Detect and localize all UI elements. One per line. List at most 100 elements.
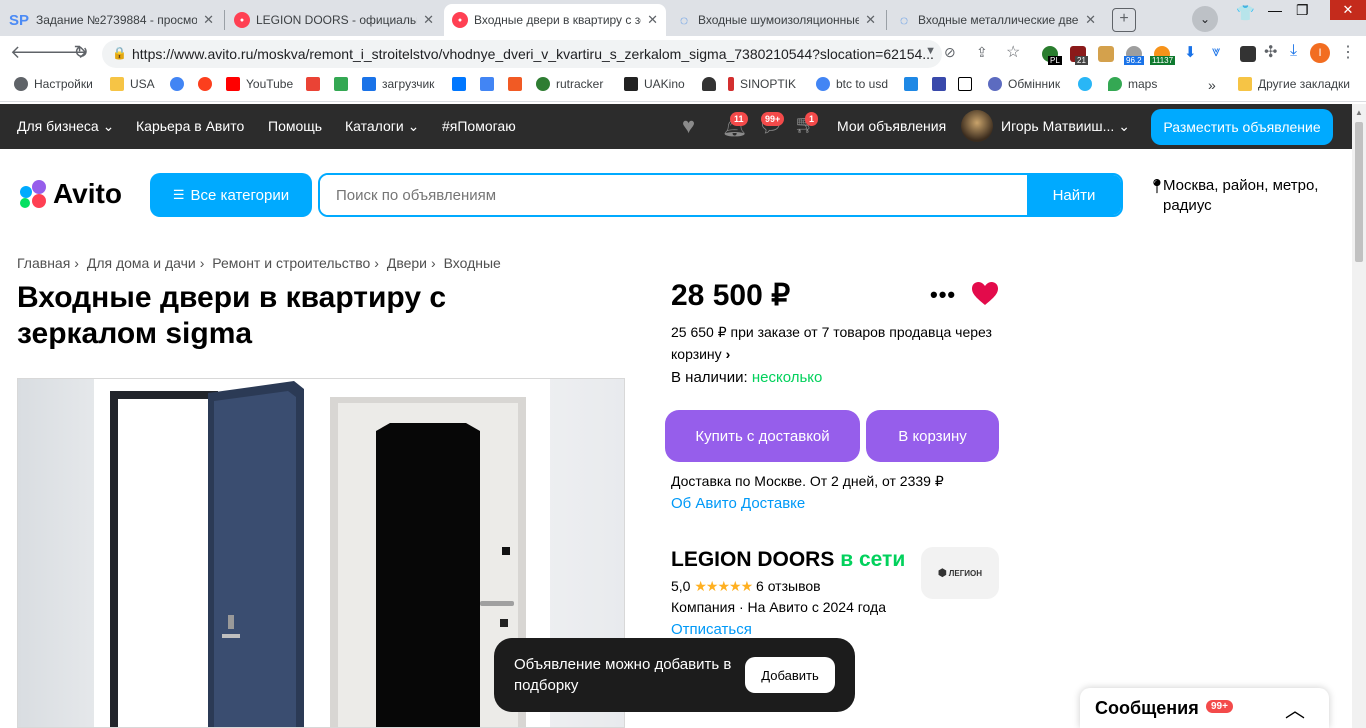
bookmark-bc[interactable] [958,77,978,91]
bookmark-gmail[interactable] [306,77,326,91]
bookmark-star-icon[interactable]: ☆ [1006,42,1020,62]
puzzle-icon[interactable]: ✣ [1264,42,1277,62]
search-button[interactable]: Найти [1027,175,1121,215]
location-selector[interactable]: 📍︎ Москва, район, метро, радиус [1148,176,1338,216]
minimize-button[interactable]: — [1268,2,1282,18]
place-ad-button[interactable]: Разместить объявление [1151,109,1333,145]
tab-close-icon[interactable]: ✕ [865,12,876,28]
share-icon[interactable]: ⇪ [976,44,988,61]
nav-catalogs[interactable]: Каталоги ⌄ [345,118,419,135]
bookmark-arrow[interactable] [932,77,952,91]
browser-toolbar: 🡐 🡒 ↻ 🔒 https://www.avito.ru/moskva/remo… [0,36,1366,70]
tab-close-icon[interactable]: ✕ [203,12,214,28]
tab-favicon-icon: ● [452,12,468,28]
unsubscribe-link[interactable]: Отписаться [671,621,752,638]
bookmark-translate[interactable] [480,77,500,91]
more-options-icon[interactable]: ••• [930,282,956,308]
close-window-button[interactable]: ✕ [1330,0,1366,20]
nav-business[interactable]: Для бизнеса ⌄ [17,118,114,135]
browser-menu-icon[interactable]: ⋮ [1340,42,1356,62]
breadcrumb-link[interactable]: Для дома и дачи [87,255,196,271]
nav-career[interactable]: Карьера в Авито [136,118,244,134]
back-arrow-icon[interactable]: 🡐 [10,42,58,63]
favorite-heart-icon[interactable] [971,281,999,307]
bookmark-rutracker[interactable]: rutracker [536,77,603,91]
restore-button[interactable]: ❐ [1296,2,1309,19]
downloads-icon[interactable]: ⤓ [1290,42,1297,60]
tab-search-button[interactable]: ⌄ [1192,6,1218,32]
other-bookmarks[interactable]: Другие закладки [1238,77,1350,91]
tab-close-icon[interactable]: ✕ [647,12,658,28]
seller-logo[interactable]: ⬢ ЛЕГИОН [921,547,999,599]
extension-face-icon[interactable] [1098,46,1114,62]
breadcrumb-link[interactable]: Входные [444,255,501,271]
address-bar[interactable]: 🔒 https://www.avito.ru/moskva/remont_i_s… [102,40,942,68]
bookmarks-bar: Настройки USA YouTube загрузчик rutracke… [0,70,1366,102]
favorites-heart-icon[interactable]: ♥ [682,113,695,139]
about-delivery-link[interactable]: Об Авито Доставке [671,495,805,512]
scroll-up-icon[interactable]: ▲ [1355,108,1363,117]
forward-arrow-icon[interactable]: 🡒 [40,42,88,63]
reviews-count[interactable]: 6 отзывов [756,578,821,594]
breadcrumb-link[interactable]: Ремонт и строительство [212,255,370,271]
tab-close-icon[interactable]: ✕ [1085,12,1096,28]
vpn-icon[interactable]: ⩔ [1212,43,1220,60]
breadcrumb-link[interactable]: Двери [387,255,427,271]
breadcrumb-link[interactable]: Главная [17,255,70,271]
new-tab-button[interactable]: + [1112,8,1136,32]
infinity-icon [362,77,376,91]
download-extension-icon[interactable]: ⬇ [1184,43,1197,61]
bookmark-exchanger[interactable]: Обмінник [988,77,1060,91]
nav-user-menu[interactable]: Игорь Матвииш... ⌄ [1001,118,1130,135]
bookmark-yandex[interactable] [198,77,218,91]
browser-tab[interactable]: ● LEGION DOORS - официальная ✕ [226,4,442,36]
bookmark-google[interactable] [170,77,190,91]
bookmark-downloader[interactable]: загрузчик [362,77,434,91]
messages-widget[interactable]: Сообщения 99+ ︿ [1080,688,1329,728]
user-avatar[interactable] [961,110,993,142]
seller-name[interactable]: LEGION DOORS в сети [671,548,905,572]
bookmark-settings[interactable]: Настройки [14,77,93,91]
seller-rating[interactable]: 5,0 ★★★★★ 6 отзывов [671,578,821,595]
bookmark-maps[interactable]: maps [1108,77,1157,91]
tab-close-icon[interactable]: ✕ [423,12,434,28]
profile-avatar[interactable]: I [1310,43,1330,63]
all-categories-button[interactable]: ☰ Все категории [150,173,312,217]
bookmark-drive[interactable] [334,77,354,91]
bookmark-uakino[interactable]: UAKino [624,77,685,91]
browser-tab[interactable]: ◌ Входные шумоизоляционные ✕ [668,4,884,36]
bookmark-p[interactable] [904,77,924,91]
nav-ihelp[interactable]: #яПомогаю [442,118,516,134]
browser-tab[interactable]: ◌ Входные металлические двери ✕ [888,4,1104,36]
nav-my-ads[interactable]: Мои объявления [837,118,946,134]
bookmarks-overflow[interactable]: » [1208,77,1216,93]
blocked-popup-icon[interactable]: ⊘ [944,44,956,61]
add-to-cart-button[interactable]: В корзину [866,410,999,462]
bookmark-btc-to-usd[interactable]: btc to usd [816,77,888,91]
bookmark-usa[interactable]: USA [110,77,155,91]
avito-logo[interactable]: Avito [17,178,122,210]
bookmark-sinoptik[interactable]: SINOPTIK [728,77,796,91]
chevron-up-icon[interactable]: ︿ [1285,694,1305,723]
nav-help[interactable]: Помощь [268,118,322,134]
ext-badge: 21 [1075,56,1088,65]
toast-add-button[interactable]: Добавить [745,657,835,693]
tab-favicon-icon: SP [8,11,29,29]
reload-icon[interactable]: ↻ [70,42,92,63]
bookmark-star[interactable] [1078,77,1098,91]
browser-tab[interactable]: SP Задание №2739884 - просмотр ✕ [0,4,222,36]
bookmark-f[interactable] [508,77,528,91]
bookmark-youtube[interactable]: YouTube [226,77,293,91]
tshirt-icon[interactable]: 👕 [1236,4,1255,22]
search-input[interactable] [320,175,1027,215]
bookmark-chess[interactable] [702,77,722,91]
bookmark-vk[interactable] [452,77,472,91]
bulk-price-info[interactable]: 25 650 ₽ при заказе от 7 товаров продавц… [671,321,1001,365]
browser-tab-active[interactable]: ● Входные двери в квартиру с зеркалом ✕ [444,4,666,36]
extension-icon[interactable] [1240,46,1256,62]
page-scrollbar[interactable]: ▲ [1352,104,1366,728]
buy-with-delivery-button[interactable]: Купить с доставкой [665,410,860,462]
dropdown-icon[interactable]: ▼ [925,45,936,57]
add-to-collection-toast: Объявление можно добавить в подборку Доб… [494,638,855,712]
scrollbar-thumb[interactable] [1355,122,1363,262]
